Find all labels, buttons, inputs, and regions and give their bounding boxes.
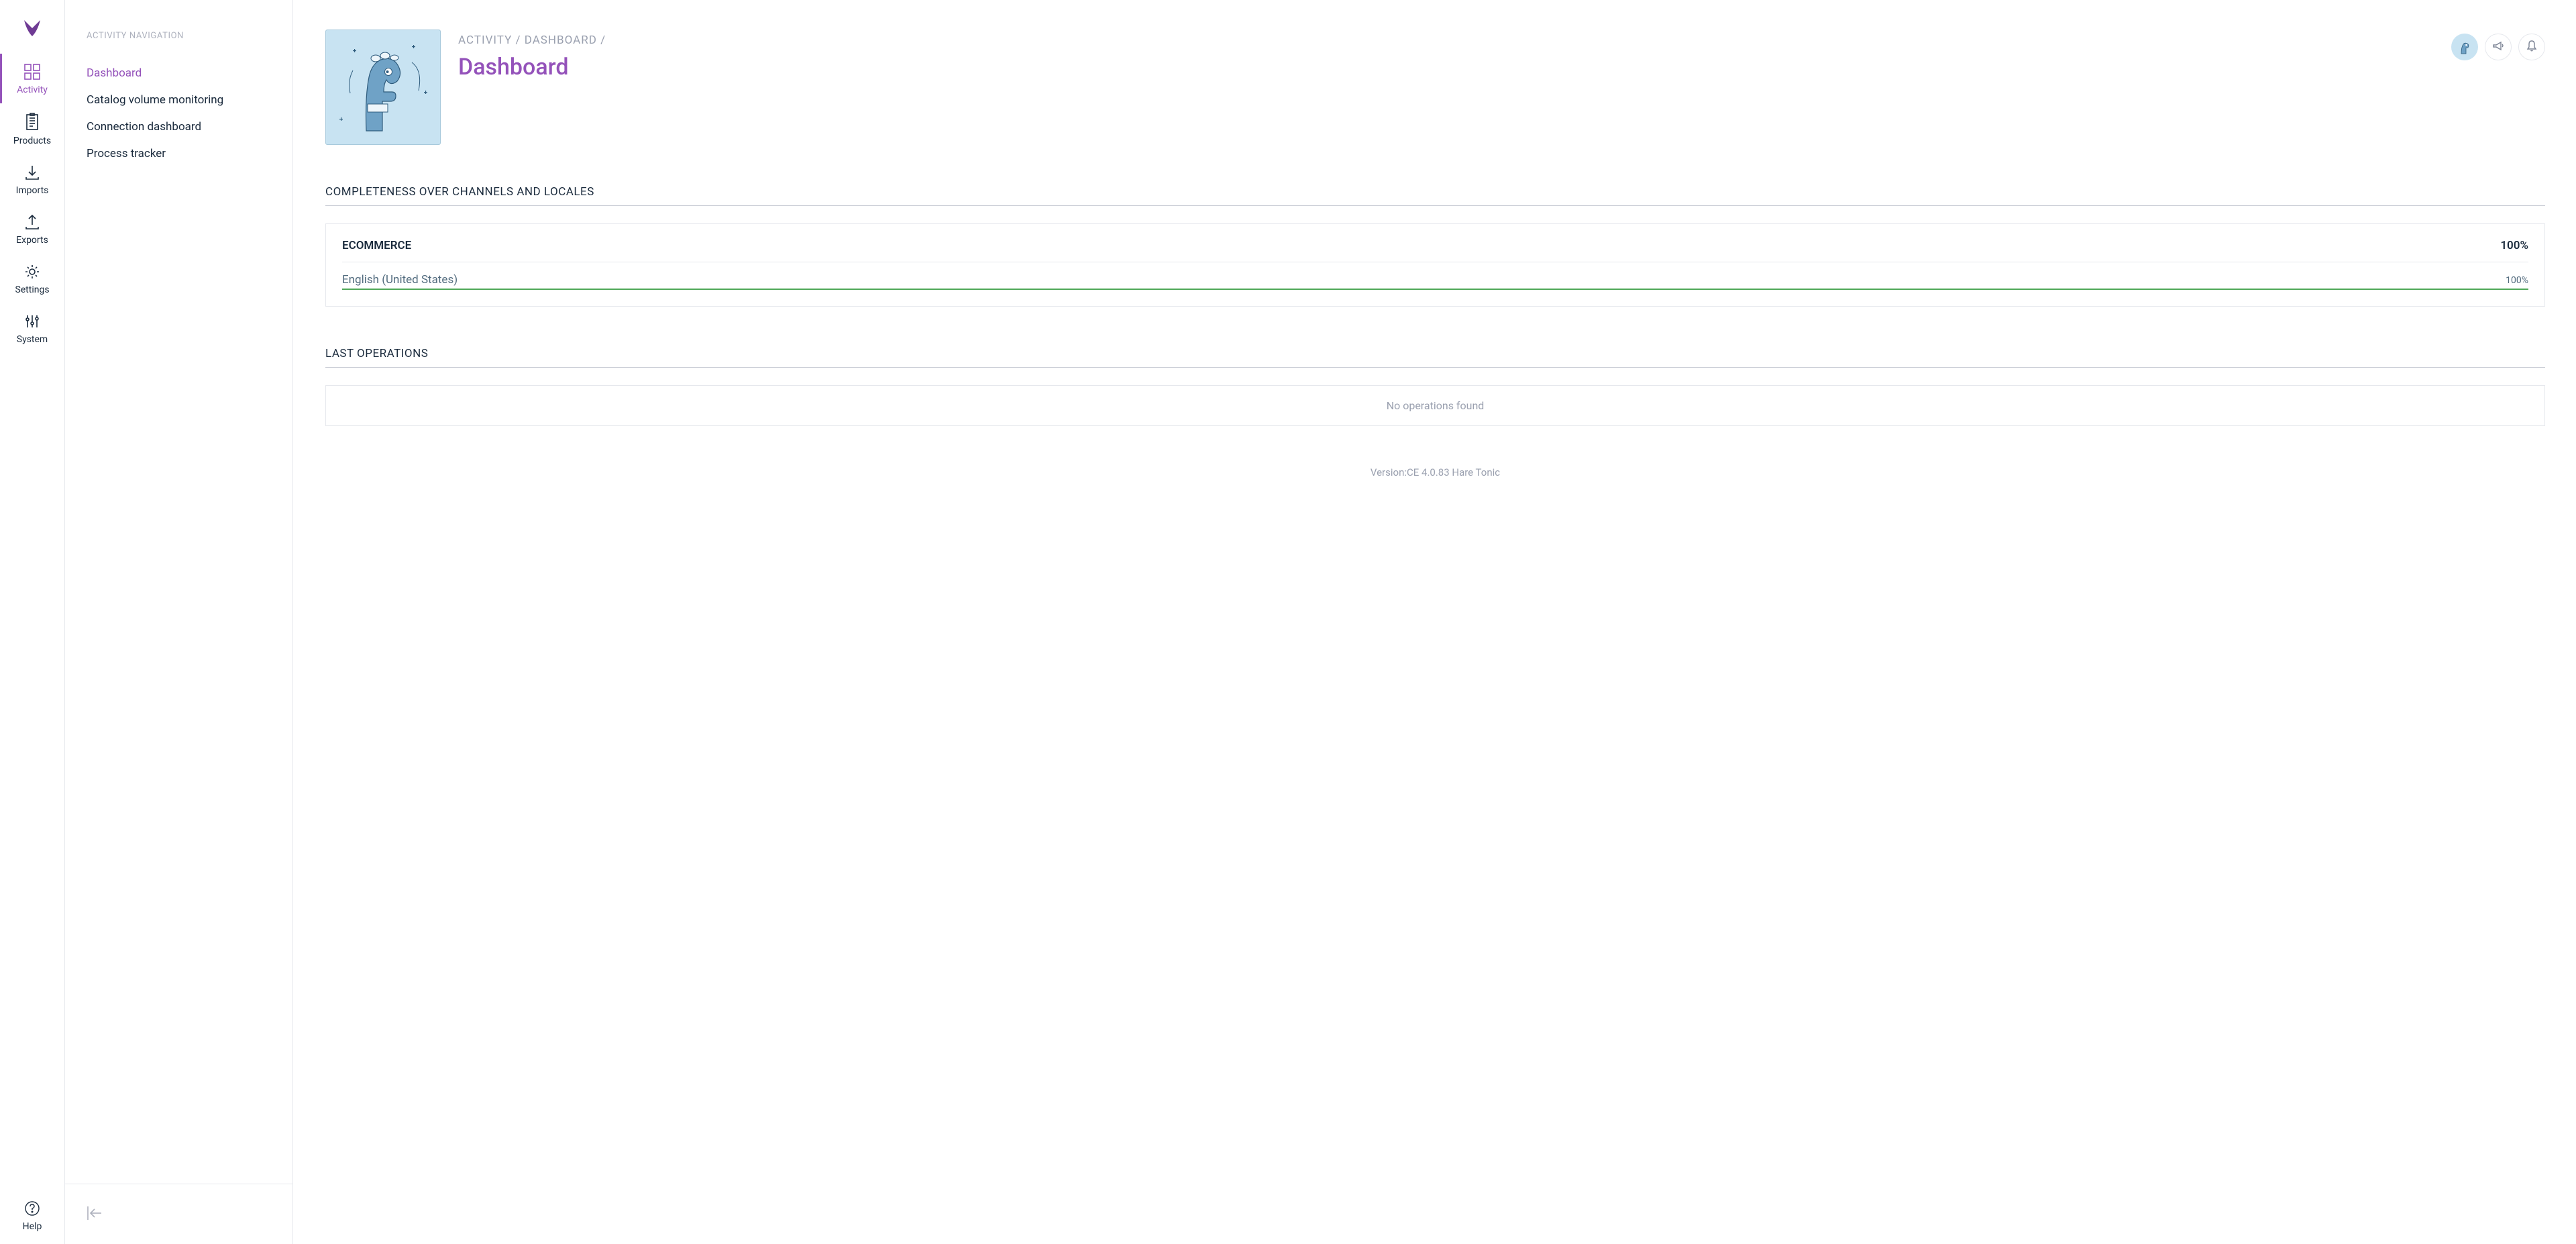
sidebar-item-products[interactable]: Products — [0, 103, 64, 154]
announcements-button[interactable] — [2485, 34, 2512, 60]
sidebar-item-label: Exports — [5, 235, 60, 246]
sidebar-item-label: System — [5, 334, 60, 345]
sidebar-item-label: Products — [5, 136, 60, 146]
completeness-section: COMPLETENESS OVER CHANNELS AND LOCALES E… — [325, 185, 2545, 307]
sidebar-item-label: Help — [5, 1221, 60, 1232]
activity-icon — [5, 63, 60, 81]
products-icon — [5, 113, 60, 132]
brand-logo — [17, 0, 47, 54]
secondary-sidebar-title: ACTIVITY NAVIGATION — [87, 31, 274, 41]
system-icon — [5, 313, 60, 330]
page-title: Dashboard — [458, 54, 2451, 81]
breadcrumb: ACTIVITY / DASHBOARD / — [458, 34, 2451, 47]
sidebar-item-exports[interactable]: Exports — [0, 204, 64, 254]
version-footer: Version:CE 4.0.83 Hare Tonic — [325, 466, 2545, 478]
notifications-button[interactable] — [2518, 34, 2545, 60]
secondary-sidebar: ACTIVITY NAVIGATION Dashboard Catalog vo… — [65, 0, 293, 1244]
sidebar-item-imports[interactable]: Imports — [0, 154, 64, 204]
user-avatar-button[interactable] — [2451, 34, 2478, 60]
locale-progress-bar — [342, 289, 2528, 290]
last-operations-empty: No operations found — [325, 385, 2545, 426]
main-content: ACTIVITY / DASHBOARD / Dashboard — [293, 0, 2576, 1244]
completeness-section-title: COMPLETENESS OVER CHANNELS AND LOCALES — [325, 185, 2545, 206]
completeness-panel: ECOMMERCE 100% English (United States) 1… — [325, 223, 2545, 307]
subnav-item-connection-dashboard[interactable]: Connection dashboard — [87, 120, 274, 134]
sidebar-item-settings[interactable]: Settings — [0, 254, 64, 303]
channel-name: ECOMMERCE — [342, 239, 411, 252]
imports-icon — [5, 164, 60, 181]
subnav-item-process-tracker[interactable]: Process tracker — [87, 147, 274, 160]
settings-icon — [5, 263, 60, 280]
sidebar-item-label: Activity — [5, 85, 60, 95]
subnav-item-catalog-volume[interactable]: Catalog volume monitoring — [87, 93, 274, 107]
primary-sidebar: Activity Products — [0, 0, 65, 1244]
sidebar-item-system[interactable]: System — [0, 303, 64, 353]
bell-icon — [2525, 39, 2538, 55]
megaphone-icon — [2491, 39, 2505, 55]
help-icon — [5, 1200, 60, 1217]
sidebar-item-label: Imports — [5, 185, 60, 196]
subnav-item-dashboard[interactable]: Dashboard — [87, 66, 274, 80]
sidebar-item-label: Settings — [5, 284, 60, 295]
sidebar-item-help[interactable]: Help — [0, 1190, 64, 1240]
sidebar-item-activity[interactable]: Activity — [0, 54, 64, 103]
locale-name: English (United States) — [342, 273, 458, 287]
collapse-sidebar-button[interactable] — [84, 1205, 104, 1224]
page-hero-image — [325, 30, 441, 145]
last-operations-section-title: LAST OPERATIONS — [325, 347, 2545, 368]
locale-percent: 100% — [2506, 275, 2528, 286]
exports-icon — [5, 213, 60, 231]
last-operations-section: LAST OPERATIONS No operations found — [325, 347, 2545, 426]
channel-percent: 100% — [2500, 239, 2528, 252]
